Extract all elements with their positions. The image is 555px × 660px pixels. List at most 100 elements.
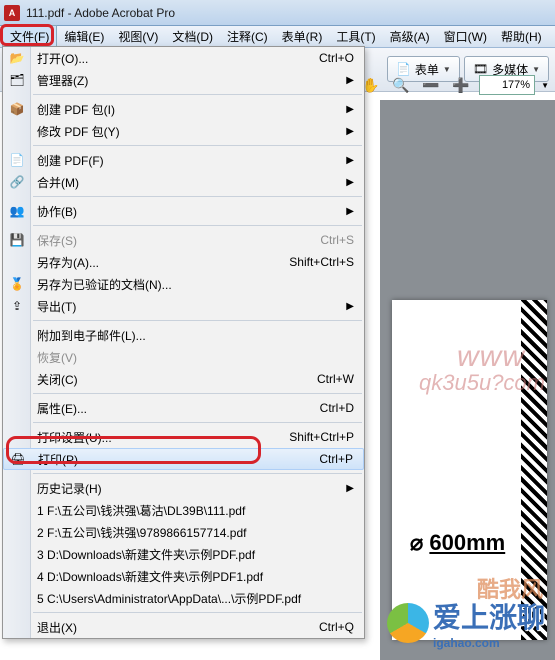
menu-exit-label: 退出(X) [37,619,77,636]
menu-save-label: 保存(S) [37,232,77,249]
menu-window[interactable]: 窗口(W) [437,26,494,47]
menu-separator [33,320,362,321]
menu-create-pkg-label: 创建 PDF 包(I) [37,101,115,118]
menu-exit[interactable]: 退出(X) Ctrl+Q [3,616,364,638]
menu-revert-label: 恢复(V) [37,349,77,366]
create-pdf-icon: 📄 [8,153,26,167]
menu-properties[interactable]: 属性(E)... Ctrl+D [3,397,364,419]
submenu-arrow-icon: ▶ [346,206,354,217]
document-viewport[interactable]: ⌀ 600mm [380,100,555,660]
menu-create-pdf-package[interactable]: 📦 创建 PDF 包(I) ▶ [3,98,364,120]
menu-print-shortcut: Ctrl+P [319,452,353,466]
submenu-arrow-icon: ▶ [346,75,354,86]
menu-properties-label: 属性(E)... [37,400,87,417]
menu-open-shortcut: Ctrl+O [319,51,354,65]
menu-save-certified[interactable]: 🏅 另存为已验证的文档(N)... [3,273,364,295]
menu-open-label: 打开(O)... [37,50,88,67]
menu-organizer[interactable]: 🗂 管理器(Z) ▶ [3,69,364,91]
menu-separator [33,94,362,95]
submenu-arrow-icon: ▶ [346,126,354,137]
zoom-level-field[interactable]: 177% [479,75,535,95]
submenu-arrow-icon: ▶ [346,483,354,494]
submenu-arrow-icon: ▶ [346,104,354,115]
menu-save-shortcut: Ctrl+S [320,233,354,247]
menu-modify-pdf-package[interactable]: 修改 PDF 包(Y) ▶ [3,120,364,142]
menu-separator [33,196,362,197]
menu-save-as-label: 另存为(A)... [37,254,99,271]
menu-recent-5-label: 5 C:\Users\Administrator\AppData\...\示例P… [37,590,301,607]
menu-print[interactable]: 🖨 打印(P)... Ctrl+P [3,448,364,470]
menu-save: 💾 保存(S) Ctrl+S [3,229,364,251]
export-icon: ⇪ [8,299,26,313]
menu-close-label: 关闭(C) [37,371,78,388]
marquee-zoom-icon[interactable]: 🔍 [389,73,413,97]
phi-symbol: ⌀ [410,530,423,555]
submenu-arrow-icon: ▶ [346,301,354,312]
menu-close[interactable]: 关闭(C) Ctrl+W [3,368,364,390]
menu-collaborate[interactable]: 👥 协作(B) ▶ [3,200,364,222]
menu-recent-1[interactable]: 1 F:\五公司\钱洪强\葛沽\DL39B\111.pdf [3,499,364,521]
menu-advanced[interactable]: 高级(A) [383,26,437,47]
menu-comments[interactable]: 注释(C) [220,26,275,47]
printer-icon: 🖨 [9,452,27,466]
menubar: 文件(F) 编辑(E) 视图(V) 文档(D) 注释(C) 表单(R) 工具(T… [0,26,555,48]
menu-attach-email[interactable]: 附加到电子邮件(L)... [3,324,364,346]
chevron-down-icon[interactable]: ▼ [541,81,549,90]
ribbon-icon: 🏅 [8,277,26,291]
menu-print-setup-shortcut: Shift+Ctrl+P [289,430,354,444]
zoom-in-icon[interactable]: ➕ [449,73,473,97]
menu-create-pdf-label: 创建 PDF(F) [37,152,104,169]
view-toolbar: ✋ 🔍 ➖ ➕ 177% ▼ [359,70,549,100]
menu-recent-3[interactable]: 3 D:\Downloads\新建文件夹\示例PDF.pdf [3,543,364,565]
menu-edit[interactable]: 编辑(E) [57,26,111,47]
menu-recent-4-label: 4 D:\Downloads\新建文件夹\示例PDF1.pdf [37,568,263,585]
window-title: 111.pdf - Adobe Acrobat Pro [26,6,175,20]
file-menu-dropdown: 📂 打开(O)... Ctrl+O 🗂 管理器(Z) ▶ 📦 创建 PDF 包(… [2,46,365,639]
menu-save-as[interactable]: 另存为(A)... Shift+Ctrl+S [3,251,364,273]
zoom-value: 177% [502,79,530,91]
menu-exit-shortcut: Ctrl+Q [319,620,354,634]
menu-separator [33,145,362,146]
menu-print-setup[interactable]: 打印设置(U)... Shift+Ctrl+P [3,426,364,448]
menu-forms[interactable]: 表单(R) [275,26,330,47]
menu-history-label: 历史记录(H) [37,480,102,497]
menu-recent-2[interactable]: 2 F:\五公司\钱洪强\9789866157714.pdf [3,521,364,543]
menu-revert: 恢复(V) [3,346,364,368]
document-page: ⌀ 600mm [392,300,547,640]
menu-separator [33,473,362,474]
submenu-arrow-icon: ▶ [346,155,354,166]
combine-icon: 🔗 [8,175,26,189]
menu-combine-label: 合并(M) [37,174,79,191]
menu-create-pdf[interactable]: 📄 创建 PDF(F) ▶ [3,149,364,171]
folder-open-icon: 📂 [8,51,26,65]
menu-print-label: 打印(P)... [38,451,88,468]
titlebar: A 111.pdf - Adobe Acrobat Pro [0,0,555,26]
dimension-label: ⌀ 600mm [410,530,505,556]
organizer-icon: 🗂 [8,73,26,87]
menu-separator [33,422,362,423]
zoom-out-icon[interactable]: ➖ [419,73,443,97]
menu-history[interactable]: 历史记录(H) ▶ [3,477,364,499]
menu-organizer-label: 管理器(Z) [37,72,88,89]
menu-tools[interactable]: 工具(T) [329,26,382,47]
menu-document[interactable]: 文档(D) [165,26,220,47]
menu-recent-4[interactable]: 4 D:\Downloads\新建文件夹\示例PDF1.pdf [3,565,364,587]
menu-view[interactable]: 视图(V) [111,26,165,47]
menu-help[interactable]: 帮助(H) [494,26,549,47]
menu-combine[interactable]: 🔗 合并(M) ▶ [3,171,364,193]
menu-recent-5[interactable]: 5 C:\Users\Administrator\AppData\...\示例P… [3,587,364,609]
save-icon: 💾 [8,233,26,247]
submenu-arrow-icon: ▶ [346,177,354,188]
menu-open[interactable]: 📂 打开(O)... Ctrl+O [3,47,364,69]
menu-recent-3-label: 3 D:\Downloads\新建文件夹\示例PDF.pdf [37,546,255,563]
menu-file[interactable]: 文件(F) [2,25,57,48]
menu-separator [33,612,362,613]
menu-separator [33,225,362,226]
menu-save-certified-label: 另存为已验证的文档(N)... [37,276,172,293]
menu-recent-2-label: 2 F:\五公司\钱洪强\9789866157714.pdf [37,524,246,541]
menu-properties-shortcut: Ctrl+D [320,401,354,415]
menu-export[interactable]: ⇪ 导出(T) ▶ [3,295,364,317]
menu-modify-pkg-label: 修改 PDF 包(Y) [37,123,120,140]
dimension-value: 600mm [429,530,505,555]
app-icon: A [4,5,20,21]
